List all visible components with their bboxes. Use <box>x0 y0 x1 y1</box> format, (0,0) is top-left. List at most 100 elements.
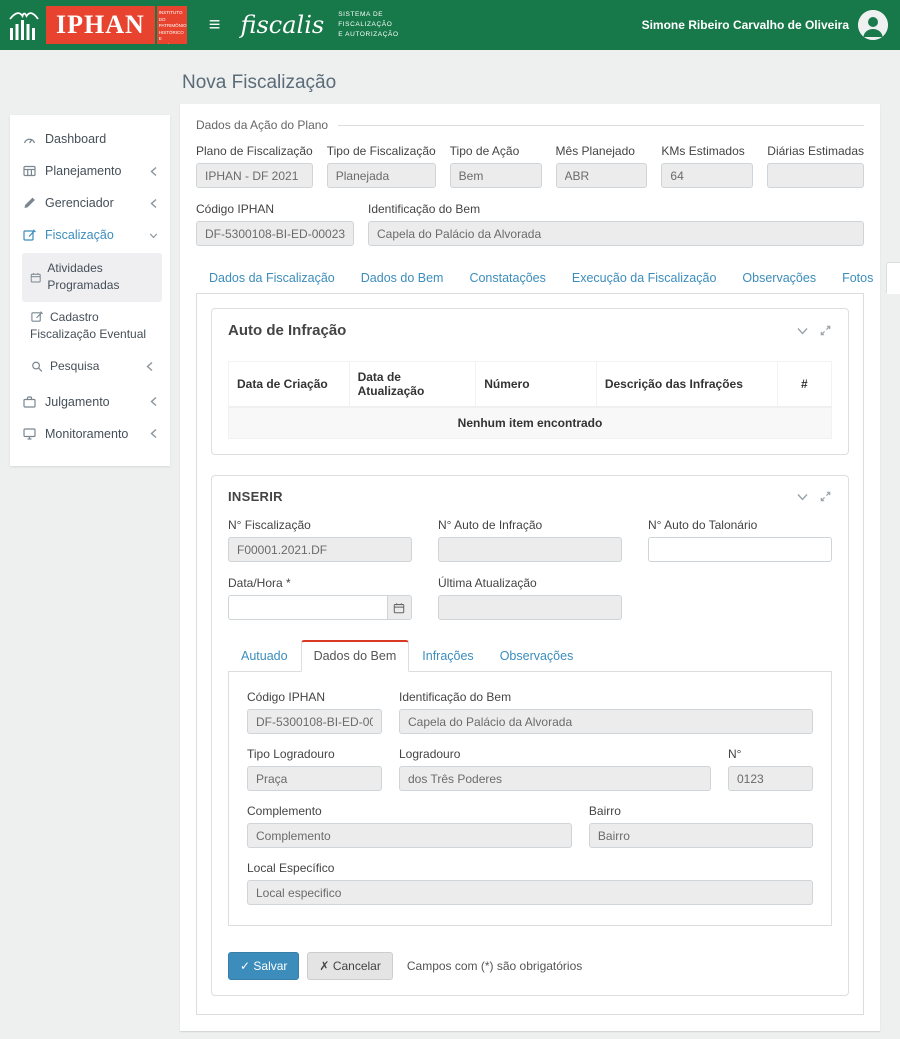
kms-estimados-label: KMs Estimados <box>661 144 753 158</box>
legend-divider <box>338 125 864 126</box>
mes-planejado-label: Mês Planejado <box>556 144 648 158</box>
field-diarias-estimadas: Diárias Estimadas <box>767 144 864 188</box>
bem-row3: Complemento Bairro <box>247 804 813 848</box>
inserir-fields-row1: N° Fiscalização N° Auto de Infração N° A… <box>228 518 832 562</box>
tab-execucao-da-fiscalizacao[interactable]: Execução da Fiscalização <box>559 262 730 294</box>
chevron-left-icon <box>145 361 154 372</box>
iphan-logo[interactable]: IPHAN Instituto do Patrimônio Histórico … <box>0 0 187 50</box>
pencil-icon <box>22 196 37 210</box>
close-icon: ✗ <box>319 959 329 973</box>
num-auto-talonario-label: N° Auto do Talonário <box>648 518 832 532</box>
sidebar-item-gerenciador[interactable]: Gerenciador <box>10 187 170 219</box>
identificacao-bem-input <box>368 221 864 246</box>
field-num-fiscalizacao: N° Fiscalização <box>228 518 412 562</box>
tab-dados-da-fiscalizacao[interactable]: Dados da Fiscalização <box>196 262 348 294</box>
sidebar-item-fiscalizacao[interactable]: Fiscalização <box>10 219 170 251</box>
data-hora-input[interactable] <box>228 595 388 620</box>
sidebar-subitem-atividades-programadas[interactable]: Atividades Programadas <box>22 253 162 302</box>
salvar-button[interactable]: ✓ Salvar <box>228 952 299 980</box>
sidebar-item-label: Dashboard <box>45 132 106 146</box>
num-fiscalizacao-label: N° Fiscalização <box>228 518 412 532</box>
sidebar-item-monitoramento[interactable]: Monitoramento <box>10 418 170 450</box>
sidebar-item-julgamento[interactable]: Julgamento <box>10 386 170 418</box>
tab-documentos[interactable]: Documentos <box>886 262 900 294</box>
inner-tab-infracoes[interactable]: Infrações <box>409 640 486 672</box>
collapse-icon[interactable] <box>796 326 809 336</box>
page-title: Nova Fiscalização <box>182 72 880 94</box>
col-data-criacao: Data de Criação <box>229 362 350 408</box>
tipo-fiscalizacao-label: Tipo de Fiscalização <box>327 144 436 158</box>
system-name-line3: e Autorização <box>338 30 398 40</box>
sidebar-subitem-pesquisa[interactable]: Pesquisa <box>22 351 162 382</box>
field-logradouro: Logradouro <box>399 747 711 791</box>
sidebar-item-label: Gerenciador <box>45 196 114 210</box>
calendar-icon <box>393 602 405 614</box>
sidebar-subitem-cadastro-fiscalizacao-eventual[interactable]: Cadastro Fiscalização Eventual <box>22 302 162 351</box>
plano-fiscalizacao-label: Plano de Fiscalização <box>196 144 313 158</box>
app-header: IPHAN Instituto do Patrimônio Histórico … <box>0 0 900 50</box>
field-bairro: Bairro <box>589 804 813 848</box>
user-menu[interactable]: Simone Ribeiro Carvalho de Oliveira <box>642 10 900 40</box>
check-icon: ✓ <box>240 959 250 973</box>
mes-planejado-input <box>556 163 648 188</box>
expand-icon[interactable] <box>819 490 832 503</box>
briefcase-icon <box>22 395 37 409</box>
bem-codigo-iphan-input <box>247 709 382 734</box>
fiscalizacao-submenu: Atividades Programadas Cadastro Fiscaliz… <box>10 251 170 386</box>
chevron-left-icon <box>149 428 158 439</box>
required-note: Campos com (*) são obrigatórios <box>407 959 582 973</box>
sidebar-item-label: Fiscalização <box>45 228 114 242</box>
auto-infracao-panel-header: Auto de Infração <box>228 322 832 339</box>
inner-tab-autuado[interactable]: Autuado <box>228 640 301 672</box>
field-identificacao-bem: Identificação do Bem <box>368 202 864 246</box>
bem-codigo-iphan-label: Código IPHAN <box>247 690 382 704</box>
chevron-left-icon <box>149 166 158 177</box>
empty-message: Nenhum item encontrado <box>229 407 832 439</box>
field-bem-codigo-iphan: Código IPHAN <box>247 690 382 734</box>
system-name-line1: Sistema de <box>338 10 398 20</box>
field-local-especifico: Local Específico <box>247 861 813 905</box>
cancelar-button[interactable]: ✗ Cancelar <box>307 952 392 980</box>
monitor-icon <box>22 427 37 441</box>
diarias-estimadas-input <box>767 163 864 188</box>
codigo-iphan-label: Código IPHAN <box>196 202 354 216</box>
sidebar-subitem-label: Cadastro Fiscalização Eventual <box>30 310 146 341</box>
sidebar-toggle-button[interactable]: ≡ <box>209 15 221 35</box>
auto-infracao-panel: Auto de Infração <box>211 308 849 455</box>
user-name: Simone Ribeiro Carvalho de Oliveira <box>642 18 849 32</box>
inserir-panel-header: INSERIR <box>228 489 832 504</box>
field-ultima-atualizacao: Última Atualização <box>438 576 622 620</box>
form-actions: ✓ Salvar ✗ Cancelar Campos com (*) são o… <box>228 952 832 980</box>
inner-tab-dados-do-bem[interactable]: Dados do Bem <box>301 640 410 672</box>
inserir-fields-row2: Data/Hora * Última A <box>228 576 832 620</box>
user-avatar-icon[interactable] <box>858 10 888 40</box>
table-icon <box>22 164 37 178</box>
plan-legend-text: Dados da Ação do Plano <box>196 118 328 132</box>
num-fiscalizacao-input <box>228 537 412 562</box>
spacer <box>648 576 832 620</box>
inserir-panel: INSERIR N° Fiscalização <box>211 475 849 996</box>
tipo-logradouro-label: Tipo Logradouro <box>247 747 382 761</box>
auto-infracao-table: Data de Criação Data de Atualização Núme… <box>228 361 832 439</box>
tab-constatacoes[interactable]: Constatações <box>456 262 558 294</box>
tab-observacoes[interactable]: Observações <box>729 262 829 294</box>
col-actions: # <box>777 362 831 408</box>
salvar-label: Salvar <box>253 959 287 973</box>
inner-tab-observacoes[interactable]: Observações <box>487 640 587 672</box>
identificacao-bem-label: Identificação do Bem <box>368 202 864 216</box>
field-codigo-iphan: Código IPHAN <box>196 202 354 246</box>
sidebar-item-dashboard[interactable]: Dashboard <box>10 123 170 155</box>
ultima-atualizacao-input <box>438 595 622 620</box>
bem-identificacao-input <box>399 709 813 734</box>
expand-icon[interactable] <box>819 324 832 337</box>
calendar-button[interactable] <box>388 595 412 620</box>
collapse-icon[interactable] <box>796 492 809 502</box>
tipo-fiscalizacao-input <box>327 163 436 188</box>
tab-fotos[interactable]: Fotos <box>829 262 886 294</box>
dashboard-icon <box>22 132 37 146</box>
sidebar-item-planejamento[interactable]: Planejamento <box>10 155 170 187</box>
num-auto-talonario-input[interactable] <box>648 537 832 562</box>
tab-dados-do-bem[interactable]: Dados do Bem <box>348 262 457 294</box>
field-num-auto-infracao: N° Auto de Infração <box>438 518 622 562</box>
col-numero: Número <box>476 362 597 408</box>
